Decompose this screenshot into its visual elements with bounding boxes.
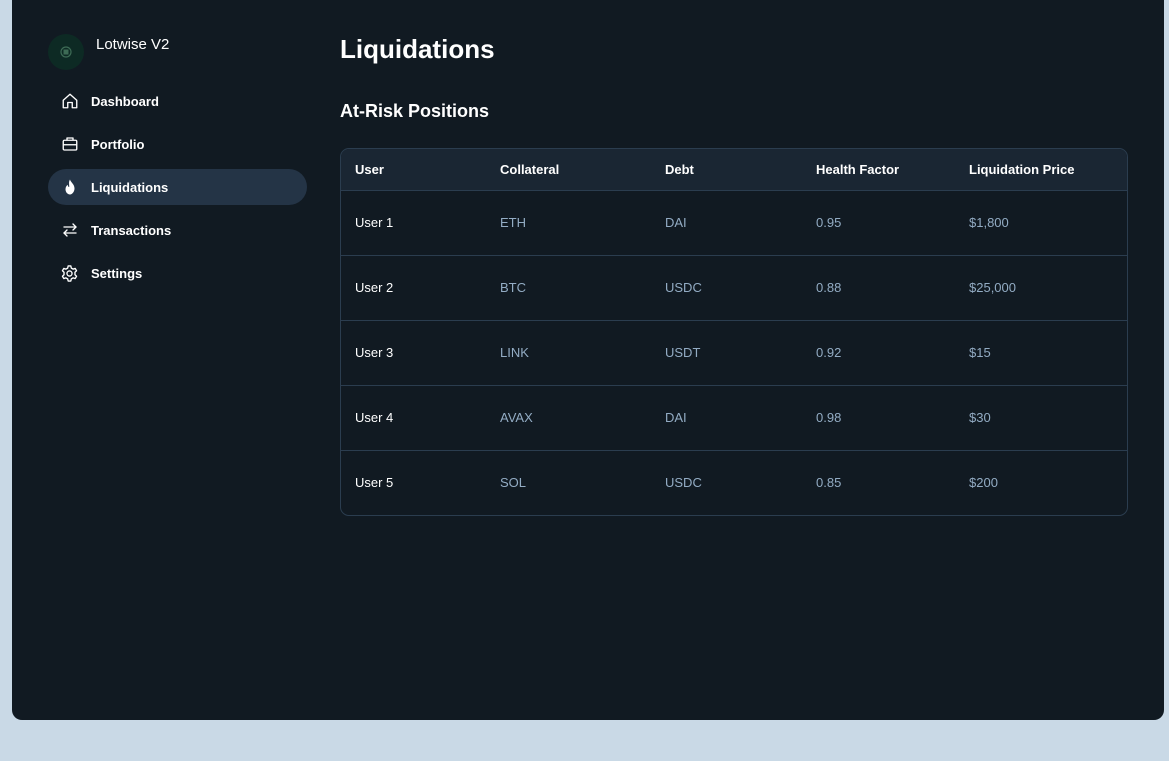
cell-liquidation-price: $1,800 bbox=[969, 215, 1009, 230]
cell-collateral: LINK bbox=[500, 345, 529, 360]
cell-liquidation-price: $200 bbox=[969, 475, 998, 491]
app-window: Lotwise V2 Dashboard Portfolio Liquidati… bbox=[12, 0, 1164, 720]
sidebar-item-label: Settings bbox=[91, 265, 143, 281]
cell-health-factor: 0.85 bbox=[816, 475, 842, 491]
column-header-health-factor: Health Factor bbox=[816, 161, 900, 177]
cell-collateral: ETH bbox=[500, 215, 526, 230]
flame-icon bbox=[60, 178, 79, 197]
cell-debt: USDC bbox=[665, 475, 702, 491]
sidebar-item-label: Liquidations bbox=[91, 179, 169, 195]
cell-health-factor: 0.98 bbox=[816, 410, 842, 425]
column-header-debt: Debt bbox=[665, 161, 694, 177]
positions-table: User Collateral Debt Health Factor Liqui… bbox=[340, 148, 1128, 516]
cell-health-factor: 0.95 bbox=[816, 215, 842, 230]
sidebar-item-label: Dashboard bbox=[91, 93, 159, 109]
table-header-row: User Collateral Debt Health Factor Liqui… bbox=[341, 149, 1127, 190]
cell-health-factor: 0.88 bbox=[816, 280, 842, 295]
logo bbox=[48, 34, 84, 70]
cell-health-factor: 0.92 bbox=[816, 345, 842, 360]
cell-user: User 2 bbox=[355, 280, 394, 295]
cell-user: User 1 bbox=[355, 215, 394, 230]
cell-user: User 4 bbox=[355, 410, 394, 425]
cell-collateral: SOL bbox=[500, 475, 527, 491]
table-row: User 1 ETH DAI 0.95 $1,800 bbox=[341, 190, 1127, 255]
sidebar-item-liquidations[interactable]: Liquidations bbox=[48, 169, 307, 205]
cell-collateral: BTC bbox=[500, 280, 526, 295]
app-name: Lotwise V2 bbox=[96, 36, 170, 53]
section-title: At-Risk Positions bbox=[340, 101, 490, 121]
sidebar-item-portfolio[interactable]: Portfolio bbox=[48, 126, 307, 162]
table-row: User 4 AVAX DAI 0.98 $30 bbox=[341, 385, 1127, 450]
brand: Lotwise V2 bbox=[48, 32, 169, 70]
cell-user: User 3 bbox=[355, 345, 394, 360]
cell-debt: USDT bbox=[665, 345, 701, 360]
cell-collateral: AVAX bbox=[500, 410, 533, 425]
table-row: User 3 LINK USDT 0.92 $15 bbox=[341, 320, 1127, 385]
sidebar-nav: Dashboard Portfolio Liquidations Transac… bbox=[48, 83, 307, 298]
cell-user: User 5 bbox=[355, 475, 394, 491]
sidebar-item-transactions[interactable]: Transactions bbox=[48, 212, 307, 248]
arrows-swap-icon bbox=[60, 221, 79, 240]
column-header-user: User bbox=[355, 161, 384, 177]
page-title: Liquidations bbox=[340, 34, 495, 64]
cell-debt: USDC bbox=[665, 280, 702, 295]
table-row: User 2 BTC USDC 0.88 $25,000 bbox=[341, 255, 1127, 320]
home-icon bbox=[60, 92, 79, 111]
cell-debt: DAI bbox=[665, 215, 687, 230]
column-header-collateral: Collateral bbox=[500, 161, 560, 177]
sidebar-item-label: Transactions bbox=[91, 222, 172, 238]
sidebar-item-settings[interactable]: Settings bbox=[48, 255, 307, 291]
cell-liquidation-price: $15 bbox=[969, 345, 991, 360]
cell-liquidation-price: $30 bbox=[969, 410, 991, 425]
table-row: User 5 SOL USDC 0.85 $200 bbox=[341, 450, 1127, 515]
briefcase-icon bbox=[60, 135, 79, 154]
sidebar-item-dashboard[interactable]: Dashboard bbox=[48, 83, 307, 119]
gear-icon bbox=[60, 264, 79, 283]
sidebar-item-label: Portfolio bbox=[91, 136, 145, 152]
cell-liquidation-price: $25,000 bbox=[969, 280, 1016, 295]
column-header-liquidation-price: Liquidation Price bbox=[969, 161, 1075, 177]
cell-debt: DAI bbox=[665, 410, 687, 425]
